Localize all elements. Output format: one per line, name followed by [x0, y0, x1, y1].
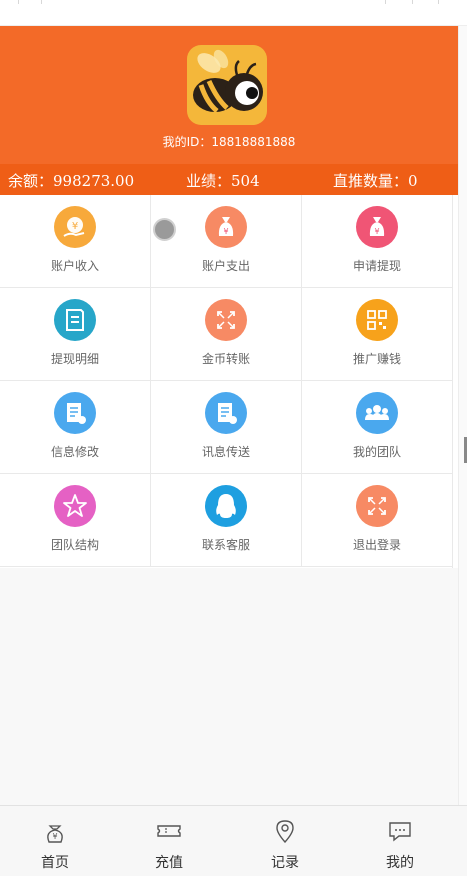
- svg-text:¥: ¥: [52, 832, 57, 841]
- bee-logo: [187, 45, 267, 125]
- location-pin-icon: [272, 818, 298, 844]
- document-icon: [54, 299, 96, 341]
- tab-label: 记录: [271, 855, 299, 871]
- svg-text:¥: ¥: [223, 227, 228, 236]
- referrals-stat: 直推数量：0: [333, 170, 418, 191]
- user-id-label: 我的ID：: [162, 135, 212, 149]
- money-bag-icon: ¥: [356, 206, 398, 248]
- menu-item[interactable]: ¥ 账户收入: [0, 195, 151, 288]
- svg-text:¥: ¥: [72, 221, 78, 232]
- menu-item-label: 金币转账: [201, 352, 250, 366]
- team-icon: [356, 392, 398, 434]
- profile-header: 我的ID：18818881888: [0, 26, 458, 164]
- menu-item[interactable]: ¥ 账户支出: [151, 195, 302, 288]
- chat-bubble-icon: [387, 818, 413, 844]
- menu-item[interactable]: ¥ 申请提现: [302, 195, 453, 288]
- penguin-icon: [205, 485, 247, 527]
- scrollbar[interactable]: [458, 26, 467, 805]
- menu-grid: ¥ 账户收入 ¥ 账户支出 ¥ 申请提现提现明细 金币转账 推广赚钱信息修改 讯息传送 我的团队团…: [0, 195, 453, 568]
- expand-arrows-icon: [205, 299, 247, 341]
- ticket-icon: [156, 818, 182, 844]
- menu-item-label: 退出登录: [352, 538, 401, 552]
- top-bar-tick: [438, 0, 439, 4]
- top-bar: [0, 0, 467, 26]
- bottom-tab-bar: ¥ 首页 充值 记录 我的: [0, 805, 467, 876]
- stats-bar: 余额：998273.00 业绩：504 直推数量：0: [0, 164, 458, 195]
- menu-item[interactable]: 推广赚钱: [302, 288, 453, 381]
- menu-item[interactable]: 联系客服: [151, 474, 302, 567]
- top-bar-tick: [385, 0, 386, 4]
- menu-item-label: 推广赚钱: [352, 352, 401, 366]
- content-background: [0, 568, 458, 805]
- menu-item-label: 信息修改: [50, 445, 99, 459]
- menu-item-label: 我的团队: [352, 445, 401, 459]
- referrals-value: 0: [408, 172, 418, 190]
- menu-item[interactable]: 讯息传送: [151, 381, 302, 474]
- menu-item-label: 讯息传送: [201, 445, 250, 459]
- menu-item[interactable]: 金币转账: [151, 288, 302, 381]
- menu-item[interactable]: 退出登录: [302, 474, 453, 567]
- edit-document-icon: [54, 392, 96, 434]
- balance-label: 余额：: [8, 172, 54, 190]
- tab-label: 充值: [155, 855, 183, 871]
- menu-item-label: 申请提现: [352, 259, 401, 273]
- referrals-label: 直推数量：: [333, 172, 409, 190]
- coin-hand-icon: ¥: [54, 206, 96, 248]
- tab-item[interactable]: 我的: [345, 806, 455, 876]
- tab-label: 首页: [41, 855, 69, 871]
- star-icon: [54, 485, 96, 527]
- svg-text:¥: ¥: [374, 227, 379, 236]
- tab-item[interactable]: 记录: [230, 806, 340, 876]
- menu-item-label: 账户收入: [50, 259, 99, 273]
- user-id: 我的ID：18818881888: [0, 133, 458, 150]
- money-bag-icon: ¥: [205, 206, 247, 248]
- menu-item[interactable]: 团队结构: [0, 474, 151, 567]
- expand-arrows-icon: [356, 485, 398, 527]
- menu-item-label: 提现明细: [50, 352, 99, 366]
- performance-value: 504: [231, 172, 260, 190]
- edit-document-icon: [205, 392, 247, 434]
- top-bar-tick: [41, 0, 42, 4]
- menu-item-label: 账户支出: [201, 259, 250, 273]
- user-id-value: 18818881888: [211, 135, 296, 149]
- floating-dot[interactable]: [153, 218, 176, 241]
- menu-item[interactable]: 提现明细: [0, 288, 151, 381]
- menu-item-label: 团队结构: [50, 538, 99, 552]
- balance-stat: 余额：998273.00: [8, 170, 134, 191]
- top-bar-tick: [18, 0, 19, 4]
- menu-item-label: 联系客服: [201, 538, 250, 552]
- tab-item[interactable]: 充值: [114, 806, 224, 876]
- performance-label: 业绩：: [186, 172, 232, 190]
- tab-label: 我的: [386, 855, 414, 871]
- balance-value: 998273.00: [53, 172, 135, 190]
- performance-stat: 业绩：504: [186, 170, 260, 191]
- qr-code-icon: [356, 299, 398, 341]
- menu-item[interactable]: 信息修改: [0, 381, 151, 474]
- menu-item[interactable]: 我的团队: [302, 381, 453, 474]
- tab-item[interactable]: ¥ 首页: [0, 806, 110, 876]
- top-bar-tick: [412, 0, 413, 4]
- yen-bag-icon: ¥: [42, 818, 68, 844]
